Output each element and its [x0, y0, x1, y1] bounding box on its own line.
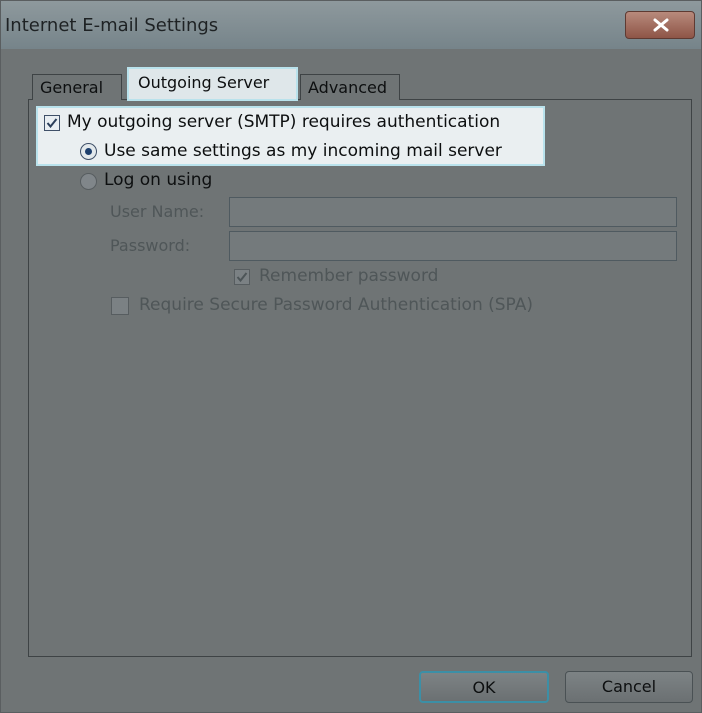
- radio-selected-dot: [85, 148, 92, 155]
- password-label: Password:: [110, 236, 191, 255]
- user-name-label: User Name:: [110, 202, 205, 221]
- close-button[interactable]: [625, 11, 695, 39]
- cancel-button[interactable]: Cancel: [565, 671, 693, 703]
- same-settings-radio[interactable]: [80, 143, 97, 160]
- require-spa-label: Require Secure Password Authentication (…: [139, 295, 533, 315]
- ok-button[interactable]: OK: [419, 671, 549, 703]
- checkmark-icon: [236, 272, 248, 283]
- log-on-using-label: Log on using: [104, 170, 213, 190]
- user-name-field[interactable]: [229, 197, 677, 227]
- password-field[interactable]: [229, 231, 677, 261]
- tab-outgoing-server[interactable]: Outgoing Server: [127, 67, 298, 101]
- remember-password-checkbox[interactable]: [234, 269, 250, 285]
- title-bar: Internet E-mail Settings: [1, 1, 701, 49]
- log-on-using-radio[interactable]: [80, 173, 97, 190]
- remember-password-label: Remember password: [259, 266, 439, 286]
- window-title: Internet E-mail Settings: [5, 15, 219, 36]
- close-icon: [653, 18, 669, 32]
- tab-general[interactable]: General: [32, 74, 122, 100]
- internet-email-settings-dialog: Internet E-mail Settings General Outgoin…: [0, 0, 702, 713]
- same-settings-label: Use same settings as my incoming mail se…: [104, 141, 502, 161]
- checkmark-icon: [46, 118, 58, 129]
- require-spa-checkbox[interactable]: [111, 297, 129, 315]
- requires-auth-label: My outgoing server (SMTP) requires authe…: [67, 112, 501, 132]
- tab-advanced[interactable]: Advanced: [300, 74, 400, 100]
- requires-auth-checkbox[interactable]: [44, 115, 60, 131]
